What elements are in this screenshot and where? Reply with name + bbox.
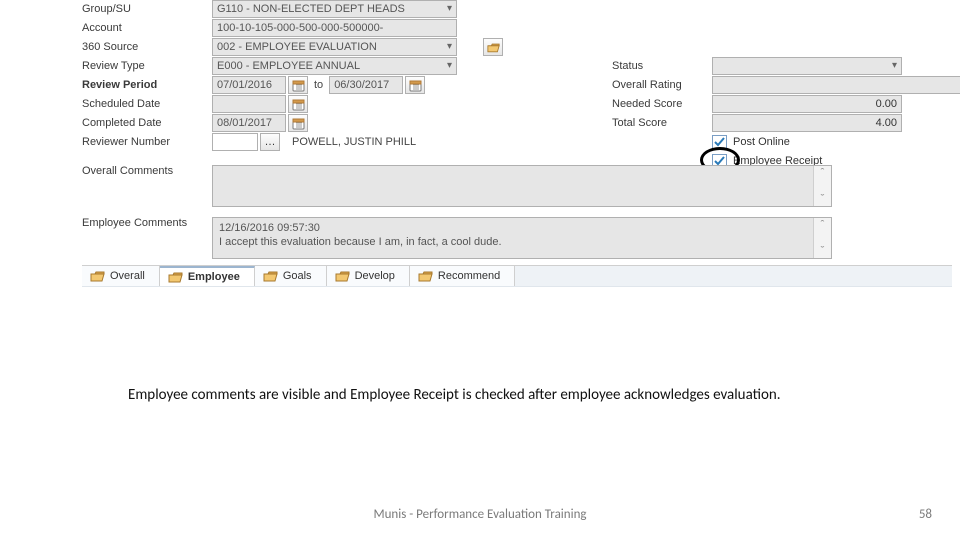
tab-goals[interactable]: Goals [255, 266, 327, 286]
row-status: Status [612, 57, 960, 75]
label-360-source: 360 Source [82, 41, 212, 53]
label-overall-rating: Overall Rating [612, 79, 712, 91]
calendar-icon[interactable] [288, 76, 308, 94]
folder-open-icon[interactable] [483, 38, 503, 56]
group-su-select[interactable]: G110 - NON-ELECTED DEPT HEADS [212, 0, 457, 18]
label-post-online: Post Online [733, 136, 790, 148]
reviewer-name: POWELL, JUSTIN PHILL [292, 136, 416, 148]
review-period-to[interactable]: 06/30/2017 [329, 76, 403, 94]
label-employee-comments: Employee Comments [82, 217, 212, 229]
post-online-checkbox[interactable] [712, 135, 727, 150]
folder-icon [90, 270, 105, 282]
status-select[interactable] [712, 57, 902, 75]
folder-icon [263, 270, 278, 282]
label-status: Status [612, 60, 712, 72]
review-period-from[interactable]: 07/01/2016 [212, 76, 286, 94]
label-total-score: Total Score [612, 117, 712, 129]
employee-comments-timestamp: 12/16/2016 09:57:30 [219, 221, 825, 235]
label-overall-comments: Overall Comments [82, 165, 212, 177]
row-total-score: Total Score 4.00 [612, 114, 960, 132]
folder-icon [335, 270, 350, 282]
calendar-icon[interactable] [405, 76, 425, 94]
page-number: 58 [919, 507, 932, 522]
label-group-su: Group/SU [82, 3, 212, 15]
slide-footer: Munis - Performance Evaluation Training [0, 507, 960, 522]
row-needed-score: Needed Score 0.00 [612, 95, 960, 113]
employee-comments-textarea[interactable]: 12/16/2016 09:57:30 I accept this evalua… [212, 217, 832, 259]
row-overall-comments: Overall Comments ˆˇ [82, 165, 870, 207]
label-account: Account [82, 22, 212, 34]
row-employee-comments: Employee Comments 12/16/2016 09:57:30 I … [82, 217, 870, 259]
total-score-value: 4.00 [712, 114, 902, 132]
label-reviewer-number: Reviewer Number [82, 136, 212, 148]
tab-employee[interactable]: Employee [160, 266, 255, 286]
tab-bar: Overall Employee Goals Develop Recommend [82, 265, 952, 287]
review-type-select[interactable]: E000 - EMPLOYEE ANNUAL [212, 57, 457, 75]
calendar-icon[interactable] [288, 95, 308, 113]
account-input[interactable]: 100-10-105-000-500-000-500000- [212, 19, 457, 37]
scrollbar[interactable]: ˆˇ [813, 166, 831, 206]
ellipsis-lookup-button[interactable]: … [260, 133, 280, 151]
scheduled-date-input[interactable] [212, 95, 286, 113]
label-completed-date: Completed Date [82, 117, 212, 129]
row-overall-rating: Overall Rating [612, 76, 960, 94]
tab-develop[interactable]: Develop [327, 266, 410, 286]
folder-icon [418, 270, 433, 282]
label-review-type: Review Type [82, 60, 212, 72]
tab-overall[interactable]: Overall [82, 266, 160, 286]
to-word: to [314, 79, 323, 91]
tab-recommend[interactable]: Recommend [410, 266, 515, 286]
calendar-icon[interactable] [288, 114, 308, 132]
reviewer-number-input[interactable] [212, 133, 258, 151]
label-review-period: Review Period [82, 79, 212, 91]
employee-comments-text: I accept this evaluation because I am, i… [219, 235, 825, 249]
completed-date-input[interactable]: 08/01/2017 [212, 114, 286, 132]
overall-comments-textarea[interactable]: ˆˇ [212, 165, 832, 207]
label-needed-score: Needed Score [612, 98, 712, 110]
needed-score-value: 0.00 [712, 95, 902, 113]
label-scheduled-date: Scheduled Date [82, 98, 212, 110]
folder-icon [168, 271, 183, 283]
overall-rating-select[interactable] [712, 76, 960, 94]
scrollbar[interactable]: ˆˇ [813, 218, 831, 258]
row-post-online: Post Online [612, 133, 960, 151]
slide-caption: Employee comments are visible and Employ… [128, 385, 848, 405]
source360-select[interactable]: 002 - EMPLOYEE EVALUATION [212, 38, 457, 56]
